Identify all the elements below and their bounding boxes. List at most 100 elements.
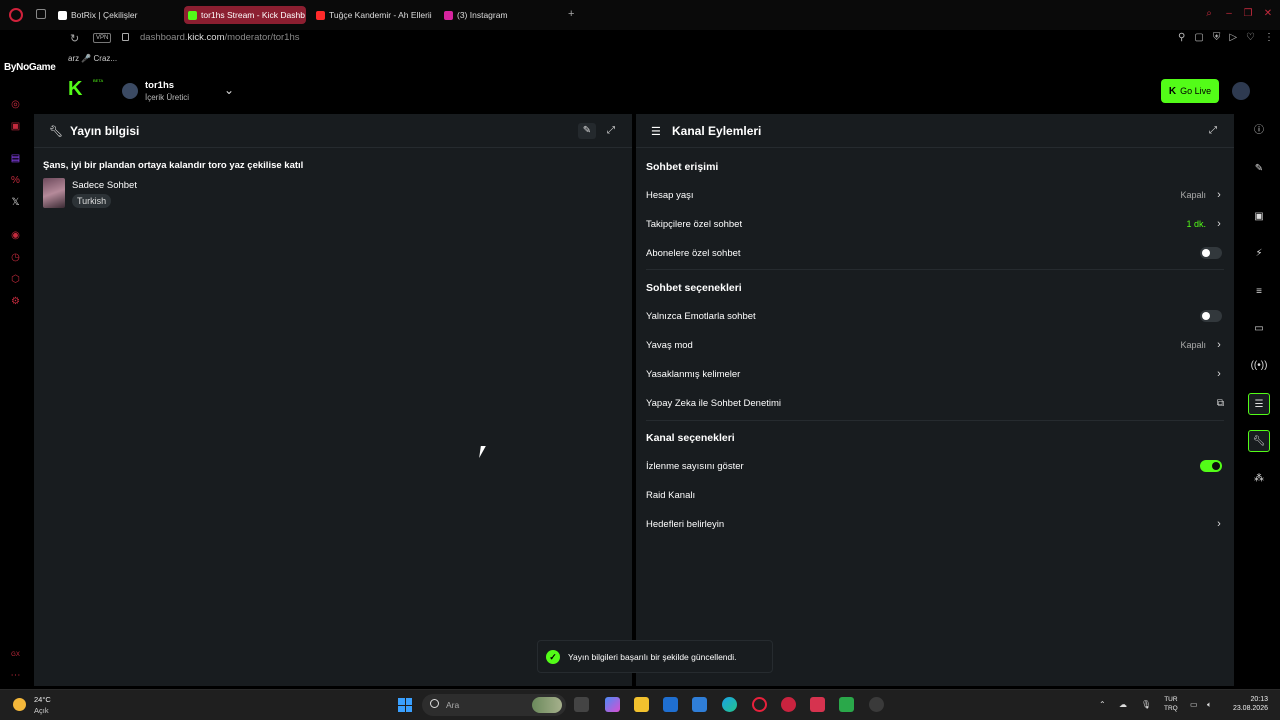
channel-actions-icon: ☰ [651,126,661,138]
pin-icon[interactable]: ⚲ [1178,32,1185,43]
tab-botrix[interactable]: BotRix | Çekilişler [54,6,178,24]
tab-instagram[interactable]: (3) Instagram [440,6,550,24]
steam-icon[interactable] [869,697,884,712]
popout-icon[interactable]: ⤢ [602,123,620,139]
goals-row[interactable]: Hedefleri belirleyin › [646,513,1224,535]
success-toast: ✓ Yayın bilgileri başarılı bir şekilde g… [537,640,773,673]
popout-icon[interactable]: ⤢ [1204,123,1222,139]
list-icon[interactable]: ≡ [1248,281,1270,303]
chat-options-title: Sohbet seçenekleri [646,282,742,294]
opera-gx-icon[interactable] [752,697,767,712]
dashboard-rail: ⓘ ✎ ▣ ⚡︎ ≡ ▭ ((•)) ☰ 🔧︎ ⁂ [1238,114,1280,686]
chat-icon[interactable]: ▭ [1248,318,1270,340]
mic-icon[interactable]: 🎙︎ [1141,700,1151,709]
tab-kick-dashboard[interactable]: tor1hs Stream - Kick Dashb [184,6,306,24]
info-icon[interactable]: ⓘ [1248,120,1270,142]
wrench-icon: 🔧︎ [49,126,63,138]
minimize-icon[interactable]: – [1224,9,1234,19]
show-viewers-toggle[interactable] [1200,460,1222,472]
spreadsheet-icon[interactable] [839,697,854,712]
reload-icon[interactable]: ↻ [70,32,79,45]
drops-icon[interactable]: ⁂ [1248,468,1270,490]
channel-name[interactable]: tor1hs [145,80,174,91]
extensions-icon[interactable]: ⬡ [10,274,21,285]
banned-words-row[interactable]: Yasaklanmış kelimeler › [646,363,1224,385]
channel-actions-panel: ☰ Kanal Eylemleri ⤢ Sohbet erişimi Hesap… [636,114,1234,686]
instagram-favicon-icon [444,10,453,20]
chevron-right-icon: › [1217,339,1221,351]
file-explorer-icon[interactable] [634,697,649,712]
channel-actions-title: Kanal Eylemleri [672,124,762,138]
go-live-button[interactable]: K Go Live [1161,79,1219,103]
chevron-up-icon[interactable]: ⌃ [1099,700,1106,709]
chevron-down-icon[interactable]: ⌄ [224,83,234,97]
bolt-icon[interactable]: ⚡︎ [1248,243,1270,265]
vpn-badge[interactable]: VPN [93,33,112,43]
percent-icon[interactable]: % [10,175,21,186]
monitor-icon[interactable]: ▭ [1190,700,1198,709]
opera-menu-icon[interactable] [9,8,23,22]
search-icon [430,699,439,708]
twitch-icon[interactable]: ▤ [10,153,21,164]
broadcast-icon[interactable]: ((•)) [1248,355,1270,377]
channel-actions-header: ☰ Kanal Eylemleri ⤢ [636,114,1234,148]
user-avatar[interactable] [1232,82,1250,100]
network-app-icon[interactable]: ☁ [1119,700,1127,709]
history-icon[interactable]: ◷ [10,252,21,263]
store-icon[interactable] [663,697,678,712]
volume-icon[interactable]: 🔈︎ [1207,700,1212,710]
new-tab-button[interactable]: + [568,8,574,20]
close-icon[interactable]: ✕ [1263,9,1273,19]
shield-icon[interactable]: ⛨ [1213,32,1221,43]
tab-youtube[interactable]: Tuğçe Kandemir - Ah Ellerii [312,6,434,24]
edit-icon[interactable]: ✎ [1248,158,1270,180]
edge-icon[interactable] [722,697,737,712]
channel-actions-rail-icon[interactable]: ☰ [1248,393,1270,415]
slow-mode-row[interactable]: Yavaş mod Kapalı › [646,334,1224,356]
category-name: Sadece Sohbet [72,180,137,191]
account-age-row[interactable]: Hesap yaşı Kapalı › [646,184,1224,206]
ai-moderation-row[interactable]: Yapay Zeka ile Sohbet Denetimi ⧉ [646,392,1224,414]
divider [646,420,1224,421]
kick-logo[interactable]: K [68,78,82,101]
settings-icon[interactable]: ⚙ [10,296,21,307]
stream-title: Şans, iyi bir plandan ortaya kalandır to… [43,160,304,171]
chevron-right-icon: › [1217,518,1221,530]
search-tabs-icon[interactable]: ⌕ [1204,9,1214,19]
more-icon[interactable]: ⋯ [10,670,21,681]
clock[interactable]: 20:13 23.08.2026 [1226,695,1268,713]
mail-icon[interactable]: ▣ [10,121,21,132]
pocket-icon[interactable] [810,697,825,712]
url-field[interactable]: dashboard.kick.com/moderator/tor1hs [140,32,299,43]
messenger-icon[interactable]: ◎ [10,99,21,110]
windows-start-icon[interactable] [398,698,412,712]
video-icon[interactable]: ▣ [1248,206,1270,228]
workspaces-icon[interactable] [36,9,46,19]
x-icon[interactable]: 𝕏 [10,197,21,208]
heart-icon[interactable]: ♡ [1246,32,1255,43]
outlook-icon[interactable] [692,697,707,712]
language-indicator[interactable]: TUR TRQ [1164,695,1178,713]
emotes-only-toggle[interactable] [1200,310,1222,322]
raid-row[interactable]: Raid Kanalı [646,484,1224,506]
wrench-rail-icon[interactable]: 🔧︎ [1248,430,1270,452]
red-app-icon[interactable] [781,697,796,712]
lock-icon[interactable] [122,33,129,41]
snapshot-icon[interactable]: ▢ [1194,32,1203,43]
edit-icon[interactable]: ✎ [578,123,596,139]
stream-info-header: 🔧︎ Yayın bilgisi ✎ ⤢ [34,114,632,148]
channel-avatar[interactable] [122,83,138,99]
subscribers-only-toggle[interactable] [1200,247,1222,259]
kick-header: K BETA tor1hs İçerik Üretici ⌄ K Go Live [30,70,1280,112]
maximize-icon[interactable]: ❐ [1243,9,1253,19]
followers-only-row[interactable]: Takipçilere özel sohbet 1 dk. › [646,213,1224,235]
bookmark-item[interactable]: arz 🎤 Craz... [68,54,117,63]
player-icon[interactable]: ◉ [10,230,21,241]
copilot-icon[interactable] [605,697,620,712]
play-icon[interactable]: ▷ [1229,32,1237,43]
task-view-icon[interactable] [574,697,589,712]
taskbar-search[interactable]: Ara [422,694,566,716]
weather-icon[interactable] [13,698,26,711]
gx-icon[interactable]: GX [10,650,21,661]
more-icon[interactable]: ⋮ [1264,32,1274,43]
